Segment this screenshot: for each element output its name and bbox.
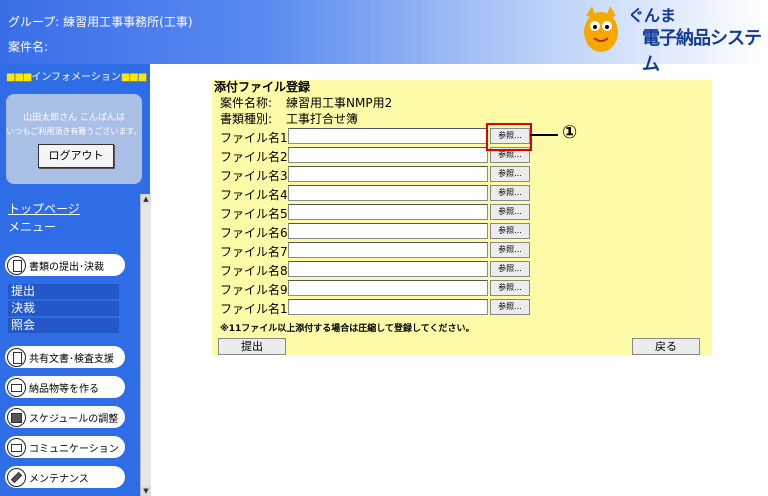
user-thanks: いつもご利用頂き有難うございます。 bbox=[6, 127, 142, 136]
nav-label: スケジュールの調整 bbox=[29, 414, 119, 425]
logout-button[interactable]: ログアウト bbox=[38, 144, 114, 168]
case-name-label: 案件名称: bbox=[220, 96, 273, 110]
file-label: ファイル名4 bbox=[220, 188, 288, 202]
calendar-icon bbox=[7, 408, 26, 427]
nav-label: 共有文書･検査支援 bbox=[29, 354, 114, 365]
file-input-1[interactable] bbox=[288, 128, 488, 144]
nav-label: 書類の提出･決裁 bbox=[29, 262, 104, 273]
file-input-4[interactable] bbox=[288, 185, 488, 201]
sidebar: ■■■インフォメーション■■■ 山田太郎さん こんばんは いつもご利用頂き有難う… bbox=[0, 64, 151, 496]
file-input-8[interactable] bbox=[288, 261, 488, 277]
scroll-down-icon[interactable]: ▼ bbox=[141, 486, 151, 496]
nav-shared-documents[interactable]: 共有文書･検査支援 bbox=[5, 346, 125, 368]
logo-text-system: 電子納品システム bbox=[642, 28, 762, 75]
wrench-icon bbox=[7, 468, 26, 487]
compression-note: ※11ファイル以上添付する場合は圧縮して登録してください。 bbox=[220, 324, 475, 334]
file-row-8: ファイル名8 参照... bbox=[220, 261, 540, 279]
nav-schedule[interactable]: スケジュールの調整 bbox=[5, 406, 125, 428]
browse-button-6[interactable]: 参照... bbox=[490, 223, 530, 239]
file-row-5: ファイル名5 参照... bbox=[220, 204, 540, 222]
nav-label: コミュニケーション bbox=[29, 444, 119, 455]
mail-icon bbox=[7, 438, 26, 457]
nav-label: 納品物等を作る bbox=[29, 384, 99, 395]
case-label: 案件名: bbox=[8, 40, 49, 54]
file-label: ファイル名1 bbox=[220, 131, 288, 145]
logo-text-gunma: ぐんま bbox=[628, 6, 677, 25]
nav-maintenance[interactable]: メンテナンス bbox=[5, 466, 125, 488]
scroll-up-icon[interactable]: ▲ bbox=[141, 194, 151, 204]
file-label: ファイル名3 bbox=[220, 169, 288, 183]
file-input-5[interactable] bbox=[288, 204, 488, 220]
file-input-6[interactable] bbox=[288, 223, 488, 239]
browse-button-3[interactable]: 参照... bbox=[490, 166, 530, 182]
browse-button-5[interactable]: 参照... bbox=[490, 204, 530, 220]
nav-label: メンテナンス bbox=[29, 474, 89, 485]
document-icon bbox=[7, 348, 26, 367]
highlight-box bbox=[486, 123, 532, 151]
document-icon bbox=[7, 256, 26, 275]
callout-number: ① bbox=[562, 122, 578, 143]
case-name-value: 練習用工事NMP用2 bbox=[286, 96, 393, 110]
attachment-form-panel: 添付ファイル登録 案件名称: 練習用工事NMP用2 書類種別: 工事打合せ簿 フ… bbox=[212, 80, 712, 355]
file-input-3[interactable] bbox=[288, 166, 488, 182]
file-row-7: ファイル名7 参照... bbox=[220, 242, 540, 260]
file-input-10[interactable] bbox=[288, 299, 488, 315]
mascot-icon bbox=[584, 6, 618, 52]
folder-icon bbox=[7, 378, 26, 397]
case-name-row: 案件名称: 練習用工事NMP用2 bbox=[220, 94, 392, 111]
user-greeting: 山田太郎さん こんばんは bbox=[23, 113, 125, 123]
file-label: ファイル名2 bbox=[220, 150, 288, 164]
back-button[interactable]: 戻る bbox=[632, 338, 700, 355]
info-bar-squares-right: ■■■ bbox=[120, 72, 147, 83]
info-bar: ■■■インフォメーション■■■ bbox=[6, 68, 147, 83]
file-row-6: ファイル名6 参照... bbox=[220, 223, 540, 241]
file-label: ファイル名7 bbox=[220, 245, 288, 259]
sidebar-scrollbar[interactable]: ▲ ▼ bbox=[140, 194, 151, 496]
file-row-4: ファイル名4 参照... bbox=[220, 185, 540, 203]
doc-type-value: 工事打合せ簿 bbox=[286, 112, 359, 126]
form-title: 添付ファイル登録 bbox=[214, 80, 311, 94]
browse-button-4[interactable]: 参照... bbox=[490, 185, 530, 201]
info-bar-squares-left: ■■■ bbox=[6, 72, 32, 83]
file-label: ファイル名6 bbox=[220, 226, 288, 240]
file-label: ファイル名9 bbox=[220, 283, 288, 297]
doc-type-label: 書類種別: bbox=[220, 112, 273, 126]
file-input-9[interactable] bbox=[288, 280, 488, 296]
file-label: ファイル名5 bbox=[220, 207, 288, 221]
top-page-link[interactable]: トップページ bbox=[8, 200, 80, 217]
sidebar-item-inquiry[interactable]: 照会 bbox=[8, 318, 119, 333]
sidebar-item-submit[interactable]: 提出 bbox=[8, 284, 119, 299]
group-label: グループ: 練習用工事事務所(工事) bbox=[8, 15, 193, 29]
nav-create-deliverables[interactable]: 納品物等を作る bbox=[5, 376, 125, 398]
doc-type-row: 書類種別: 工事打合せ簿 bbox=[220, 110, 358, 127]
sidebar-item-approve[interactable]: 決裁 bbox=[8, 301, 119, 316]
file-input-7[interactable] bbox=[288, 242, 488, 258]
user-info-box: 山田太郎さん こんばんは いつもご利用頂き有難うございます。 ログアウト bbox=[6, 94, 142, 184]
menu-title: メニュー bbox=[8, 220, 57, 234]
nav-document-submission[interactable]: 書類の提出･決裁 bbox=[5, 254, 125, 276]
file-label: ファイル名8 bbox=[220, 264, 288, 278]
file-row-3: ファイル名3 参照... bbox=[220, 166, 540, 184]
file-label: ファイル名10 bbox=[220, 302, 296, 316]
submit-button[interactable]: 提出 bbox=[218, 338, 286, 355]
browse-button-7[interactable]: 参照... bbox=[490, 242, 530, 258]
file-row-10: ファイル名10 参照... bbox=[220, 299, 540, 317]
info-bar-label: インフォメーション bbox=[31, 72, 121, 83]
nav-communication[interactable]: コミュニケーション bbox=[5, 436, 125, 458]
app-header: グループ: 練習用工事事務所(工事) 案件名: ぐんま 電子納品システム bbox=[0, 0, 768, 75]
file-row-9: ファイル名9 参照... bbox=[220, 280, 540, 298]
browse-button-9[interactable]: 参照... bbox=[490, 280, 530, 296]
browse-button-10[interactable]: 参照... bbox=[490, 299, 530, 315]
browse-button-8[interactable]: 参照... bbox=[490, 261, 530, 277]
file-input-2[interactable] bbox=[288, 147, 488, 163]
system-logo: ぐんま 電子納品システム bbox=[576, 2, 766, 75]
callout-line bbox=[530, 134, 558, 136]
